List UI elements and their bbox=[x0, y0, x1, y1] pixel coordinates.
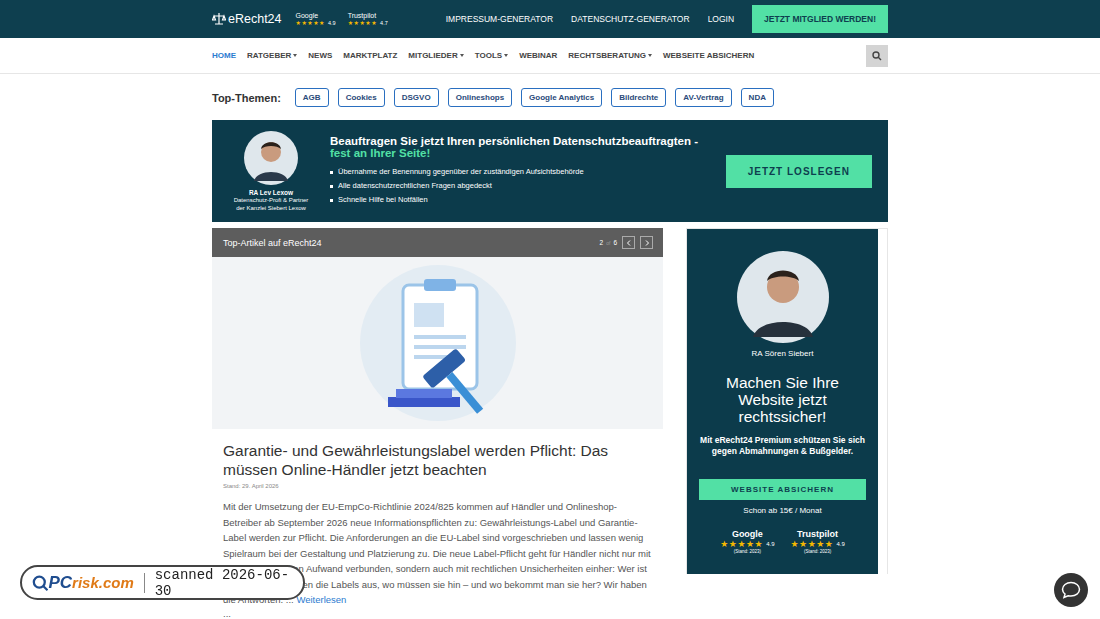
topic-chip[interactable]: Cookies bbox=[338, 88, 385, 107]
nav-item[interactable]: HOME bbox=[212, 51, 236, 60]
banner-bullet: Schnelle Hilfe bei Notfällen bbox=[330, 193, 726, 207]
dpo-banner[interactable]: RA Lev Lexow Datenschutz-Profi & Partner… bbox=[212, 120, 888, 222]
chevron-icon bbox=[648, 54, 652, 57]
scales-icon bbox=[212, 12, 226, 26]
star-icon: ★ bbox=[808, 539, 817, 549]
star-icon: ★ bbox=[307, 20, 313, 26]
topic-chip[interactable]: AV-Vertrag bbox=[675, 88, 731, 107]
top-articles: Top-Artikel auf eRecht24 2of6 Garantie- … bbox=[212, 228, 663, 619]
star-icon: ★ bbox=[720, 539, 729, 549]
nav-item[interactable]: TOOLS bbox=[475, 51, 508, 60]
star-icon: ★ bbox=[371, 20, 377, 26]
chevron-icon bbox=[293, 54, 297, 57]
slider-header: Top-Artikel auf eRecht24 2of6 bbox=[212, 228, 663, 257]
page: eRecht24 Google ★★★★★4.9 Trustpilot ★★★★★… bbox=[0, 0, 1100, 619]
nav-item[interactable]: MITGLIEDER bbox=[408, 51, 463, 60]
top-links: IMPRESSUM-GENERATOR DATENSCHUTZ-GENERATOR… bbox=[446, 5, 888, 33]
sidebar: RA Sören Siebert Machen Sie Ihre Website… bbox=[686, 228, 888, 574]
star-icon: ★ bbox=[365, 20, 371, 26]
lawyer-photo bbox=[737, 251, 829, 343]
star-icon: ★ bbox=[737, 539, 746, 549]
nav-item[interactable]: WEBSEITE ABSICHERN bbox=[663, 51, 754, 60]
chevron-icon bbox=[460, 54, 464, 57]
read-more-link[interactable]: Weiterlesen bbox=[296, 594, 346, 605]
nav-item[interactable]: RATGEBER bbox=[247, 51, 297, 60]
ad-rating: Google ★★★★★4.9 (Stand: 2023) bbox=[720, 529, 774, 554]
article-title[interactable]: Garantie- und Gewährleistungslabel werde… bbox=[223, 441, 652, 479]
top-link[interactable]: LOGIN bbox=[708, 14, 734, 24]
article-image[interactable] bbox=[212, 257, 663, 429]
topic-chip[interactable]: Google Analytics bbox=[521, 88, 602, 107]
banner-bullet: Alle datenschutzrechtlichen Fragen abged… bbox=[330, 179, 726, 193]
nav-item[interactable]: WEBINAR bbox=[519, 51, 557, 60]
secure-website-button[interactable]: WEBSITE ABSICHERN bbox=[699, 479, 866, 500]
star-icon: ★ bbox=[313, 20, 319, 26]
chevron-right-icon bbox=[644, 240, 650, 246]
premium-ad[interactable]: RA Sören Siebert Machen Sie Ihre Website… bbox=[687, 229, 878, 574]
lawyer-photo bbox=[244, 131, 298, 185]
start-button[interactable]: JETZT LOSLEGEN bbox=[726, 155, 872, 188]
main-nav: HOME RATGEBER NEWS MARKTPLATZ MITGLIEDER TOOL… bbox=[0, 38, 1100, 74]
magnifier-icon bbox=[32, 574, 48, 592]
watermark: PCrisk.com scanned 2026-06-30 bbox=[20, 565, 305, 600]
banner-bullet: Übernahme der Benennung gegenüber der zu… bbox=[330, 165, 726, 179]
nav-item[interactable]: NEWS bbox=[308, 51, 332, 60]
star-icon: ★ bbox=[301, 20, 307, 26]
topic-chip[interactable]: Onlineshops bbox=[448, 88, 512, 107]
member-button[interactable]: JETZT MITGLIED WERDEN! bbox=[752, 5, 888, 33]
prev-button[interactable] bbox=[622, 236, 635, 249]
star-icon: ★ bbox=[816, 539, 825, 549]
topic-chip[interactable]: Bildrechte bbox=[611, 88, 666, 107]
star-icon: ★ bbox=[348, 20, 354, 26]
star-icon: ★ bbox=[319, 20, 325, 26]
star-icon: ★ bbox=[755, 539, 764, 549]
chat-button[interactable] bbox=[1054, 573, 1088, 607]
star-icon: ★ bbox=[359, 20, 365, 26]
star-icon: ★ bbox=[296, 20, 302, 26]
star-icon: ★ bbox=[729, 539, 738, 549]
header-rating: Trustpilot ★★★★★4.7 bbox=[348, 12, 388, 26]
star-icon: ★ bbox=[799, 539, 808, 549]
star-icon: ★ bbox=[354, 20, 360, 26]
ad-rating: Trustpilot ★★★★★4.9 (Stand: 2023) bbox=[791, 529, 845, 554]
top-topics: Top-Themen: AGBCookiesDSGVOOnlineshopsGo… bbox=[212, 74, 888, 120]
topic-chip[interactable]: DSGVO bbox=[394, 88, 439, 107]
top-link[interactable]: IMPRESSUM-GENERATOR bbox=[446, 14, 553, 24]
logo[interactable]: eRecht24 bbox=[212, 12, 282, 26]
search-button[interactable] bbox=[866, 45, 888, 67]
chevron-left-icon bbox=[626, 240, 632, 246]
top-link[interactable]: DATENSCHUTZ-GENERATOR bbox=[571, 14, 690, 24]
star-icon: ★ bbox=[791, 539, 800, 549]
header-rating: Google ★★★★★4.9 bbox=[296, 12, 336, 26]
clipboard-gavel-icon bbox=[348, 263, 528, 423]
star-icon: ★ bbox=[746, 539, 755, 549]
top-bar: eRecht24 Google ★★★★★4.9 Trustpilot ★★★★★… bbox=[0, 0, 1100, 38]
chevron-icon bbox=[504, 54, 508, 57]
next-button[interactable] bbox=[640, 236, 653, 249]
star-icon: ★ bbox=[825, 539, 834, 549]
chat-bubble-icon bbox=[1061, 581, 1081, 599]
search-icon bbox=[872, 51, 882, 61]
topic-chip[interactable]: AGB bbox=[295, 88, 329, 107]
nav-item[interactable]: RECHTSBERATUNG bbox=[568, 51, 652, 60]
topic-chip[interactable]: NDA bbox=[741, 88, 774, 107]
nav-item[interactable]: MARKTPLATZ bbox=[343, 51, 397, 60]
